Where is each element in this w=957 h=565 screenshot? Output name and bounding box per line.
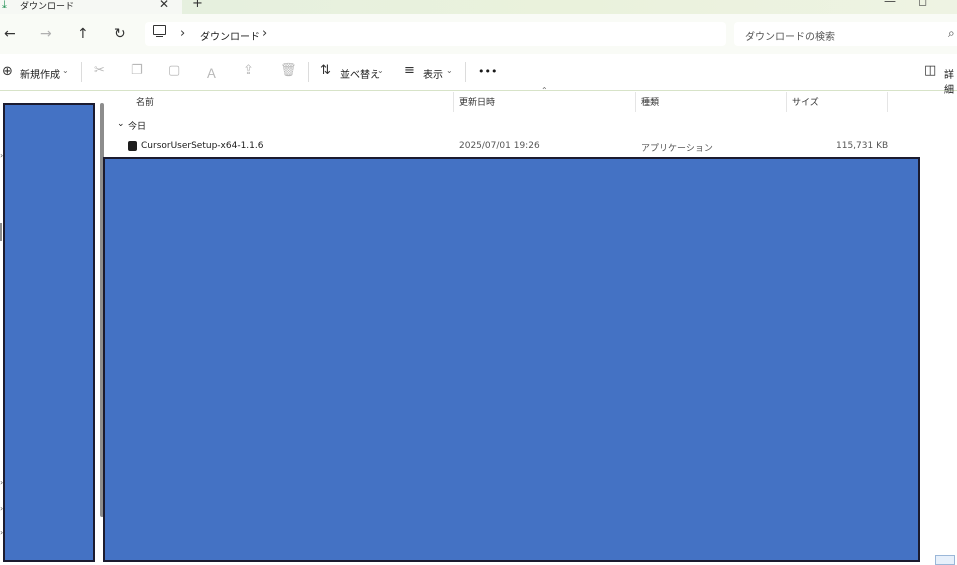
tab-title: ダウンロード — [20, 2, 75, 12]
view-chevron-down-icon: ⌄ — [446, 66, 453, 75]
new-icon: ⊕ — [2, 64, 13, 79]
column-divider[interactable] — [786, 92, 787, 112]
new-chevron-down-icon: ⌄ — [62, 66, 69, 75]
minimize-button[interactable]: — — [884, 0, 896, 8]
new-tab-button[interactable]: + — [192, 0, 203, 11]
search-placeholder: ダウンロードの検索 — [745, 32, 835, 43]
column-divider[interactable] — [635, 92, 636, 112]
details-view-toggle[interactable] — [935, 555, 955, 565]
column-header-name[interactable]: 名前 — [136, 95, 154, 108]
column-divider[interactable] — [887, 92, 888, 112]
new-button[interactable]: 新規作成 — [20, 66, 60, 81]
this-pc-icon[interactable] — [153, 25, 166, 35]
copy-icon[interactable]: ❐ — [131, 63, 143, 78]
file-size: 115,731 KB — [836, 141, 889, 151]
back-button[interactable]: ← — [4, 26, 16, 42]
details-button[interactable]: 詳細 — [944, 66, 957, 96]
nav-selection-indicator — [0, 223, 2, 241]
view-button[interactable]: 表示 — [423, 66, 443, 81]
tab-close-icon[interactable]: ✕ — [159, 0, 169, 11]
column-header-modified[interactable]: 更新日時 — [459, 95, 495, 108]
cut-icon[interactable]: ✂ — [94, 63, 105, 78]
breadcrumb-downloads[interactable]: ダウンロード — [200, 28, 260, 43]
rename-icon[interactable]: Ａ — [205, 63, 218, 82]
share-icon[interactable]: ⇪ — [243, 63, 254, 78]
delete-icon[interactable]: 🗑 — [280, 63, 297, 78]
refresh-button[interactable]: ↻ — [114, 26, 126, 42]
forward-button[interactable]: → — [40, 26, 52, 42]
column-header-size[interactable]: サイズ — [792, 95, 819, 108]
file-name[interactable]: CursorUserSetup-x64-1.1.6 — [141, 141, 263, 151]
toolbar-divider — [308, 62, 309, 82]
download-icon: ⤓ — [2, 0, 7, 11]
group-header-today[interactable]: 今日 — [128, 119, 146, 132]
sort-icon: ⇅ — [320, 63, 331, 78]
toolbar-divider — [465, 62, 466, 82]
toolbar-divider — [81, 62, 82, 82]
redacted-navigation-pane — [3, 103, 95, 562]
file-type: アプリケーション — [641, 144, 713, 154]
this-pc-icon-stand — [156, 36, 163, 38]
more-options-icon[interactable]: ••• — [478, 65, 497, 78]
column-header-type[interactable]: 種類 — [641, 95, 659, 108]
paste-icon[interactable]: ▢ — [168, 63, 180, 78]
group-chevron-down-icon[interactable]: ⌄ — [117, 119, 125, 129]
sort-indicator-icon: ⌃ — [541, 86, 548, 95]
up-button[interactable]: ↑ — [77, 26, 89, 42]
sort-chevron-down-icon: ⌄ — [377, 66, 384, 75]
search-icon[interactable]: ⌕ — [948, 26, 955, 41]
application-icon — [128, 141, 137, 151]
file-modified: 2025/07/01 19:26 — [459, 141, 540, 151]
view-icon: ≡ — [404, 63, 415, 78]
redacted-file-list — [103, 157, 920, 562]
sort-button[interactable]: 並べ替え — [340, 66, 380, 81]
maximize-button[interactable]: ◻ — [918, 0, 927, 8]
breadcrumb-separator-trailing[interactable]: › — [262, 26, 267, 41]
details-pane-icon: ◫ — [924, 63, 937, 78]
column-divider[interactable] — [453, 92, 454, 112]
breadcrumb-separator[interactable]: › — [180, 26, 185, 41]
